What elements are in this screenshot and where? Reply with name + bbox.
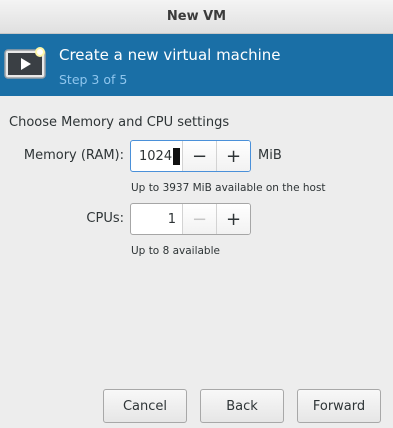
wizard-title: Create a new virtual machine: [59, 46, 281, 64]
memory-spinbox[interactable]: 1024 − +: [130, 140, 251, 172]
cancel-button[interactable]: Cancel: [103, 389, 187, 423]
memory-value: 1024: [139, 148, 173, 164]
cpus-hint: Up to 8 available: [131, 245, 220, 257]
wizard-header: Create a new virtual machine Step 3 of 5: [0, 34, 393, 96]
cpus-decrement-button[interactable]: −: [182, 204, 216, 234]
text-cursor: [173, 147, 181, 165]
memory-decrement-button[interactable]: −: [182, 141, 216, 171]
title-bar: New VM: [0, 0, 393, 34]
cpus-value: 1: [167, 211, 176, 227]
memory-hint: Up to 3937 MiB available on the host: [131, 182, 326, 194]
forward-button[interactable]: Forward: [297, 389, 381, 423]
memory-unit: MiB: [258, 148, 282, 163]
cpus-increment-button[interactable]: +: [216, 204, 250, 234]
memory-input[interactable]: 1024: [131, 141, 182, 171]
vm-display-icon: [4, 44, 50, 88]
memory-increment-button[interactable]: +: [216, 141, 250, 171]
wizard-step: Step 3 of 5: [59, 72, 128, 87]
cpus-input[interactable]: 1: [131, 204, 182, 234]
back-button[interactable]: Back: [200, 389, 284, 423]
cpus-label: CPUs:: [86, 211, 124, 226]
window-title: New VM: [166, 9, 227, 24]
section-title: Choose Memory and CPU settings: [9, 115, 230, 130]
cpus-spinbox[interactable]: 1 − +: [130, 203, 251, 235]
memory-label: Memory (RAM):: [23, 148, 124, 163]
